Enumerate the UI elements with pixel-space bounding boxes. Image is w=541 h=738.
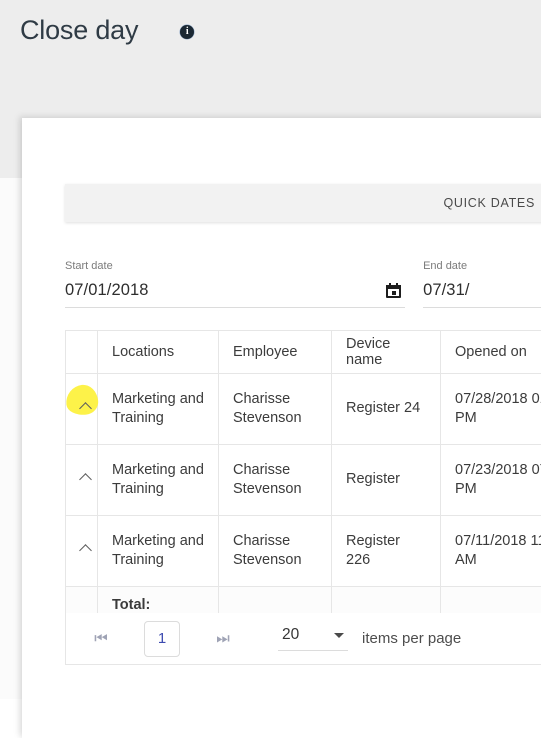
calendar-icon[interactable] — [386, 283, 401, 298]
last-page-icon[interactable]: ⏭ — [210, 626, 236, 652]
column-header-employee[interactable]: Employee — [219, 331, 332, 374]
start-date-input-line[interactable]: 07/01/2018 — [65, 281, 405, 308]
chevron-down-icon — [334, 633, 344, 638]
items-per-page-select[interactable]: 20 — [278, 626, 348, 651]
table-row[interactable]: Marketing and Training Charisse Stevenso… — [66, 516, 541, 587]
table-header: Locations Employee Device name Opened on — [66, 331, 541, 374]
cell-device-name: Register 24 — [332, 374, 441, 445]
cell-device-name: Register — [332, 445, 441, 516]
cell-locations: Marketing and Training — [98, 374, 219, 445]
page-header: Close day i — [0, 0, 541, 60]
cell-opened-on: 07/11/2018 11:37 AM — [441, 516, 541, 587]
chevron-up-icon[interactable] — [80, 543, 91, 554]
column-header-toggle — [66, 331, 98, 374]
info-icon-glyph: i — [186, 27, 189, 37]
cell-locations: Marketing and Training — [98, 445, 219, 516]
end-date-label: End date — [423, 261, 541, 272]
current-page-input[interactable]: 1 — [144, 621, 180, 657]
end-date-input-line[interactable]: 07/31/ — [423, 281, 541, 308]
cell-opened-on: 07/28/2018 01:22 PM — [441, 374, 541, 445]
first-page-icon[interactable]: ⏮ — [88, 626, 114, 652]
content-card: QUICK DATES Start date 07/01/2018 — [22, 118, 541, 738]
chevron-up-icon[interactable] — [80, 401, 91, 412]
page-title: Close day — [20, 17, 138, 44]
quick-dates-button[interactable]: QUICK DATES — [65, 184, 541, 222]
column-header-locations[interactable]: Locations — [98, 331, 219, 374]
column-header-device-name[interactable]: Device name — [332, 331, 441, 374]
table-row[interactable]: Marketing and Training Charisse Stevenso… — [66, 445, 541, 516]
date-filter-row: Start date 07/01/2018 End date 07/31/ — [65, 261, 541, 308]
paginator: ⏮ 1 ⏭ 20 items per page — [65, 613, 541, 665]
cell-employee: Charisse Stevenson — [219, 445, 332, 516]
cell-opened-on: 07/23/2018 07:26 PM — [441, 445, 541, 516]
start-date-field[interactable]: Start date 07/01/2018 — [65, 261, 405, 308]
cell-employee: Charisse Stevenson — [219, 516, 332, 587]
calendar-icon-dot — [392, 291, 396, 295]
row-expand-toggle[interactable] — [66, 445, 98, 516]
column-header-opened-on[interactable]: Opened on — [441, 331, 541, 374]
table-row[interactable]: Marketing and Training Charisse Stevenso… — [66, 374, 541, 445]
row-expand-toggle[interactable] — [66, 374, 98, 445]
cell-locations: Marketing and Training — [98, 516, 219, 587]
cell-device-name: Register 226 — [332, 516, 441, 587]
app-root: Close day i QUICK DATES Start date 07/01… — [0, 0, 541, 699]
start-date-label: Start date — [65, 261, 405, 272]
items-per-page-label: items per page — [362, 630, 461, 647]
quick-dates-label: QUICK DATES — [443, 196, 535, 210]
cell-employee: Charisse Stevenson — [219, 374, 332, 445]
end-date-value[interactable]: 07/31/ — [423, 281, 469, 300]
close-day-table: Locations Employee Device name Opened on… — [65, 330, 541, 625]
chevron-up-icon[interactable] — [80, 472, 91, 483]
table-header-row: Locations Employee Device name Opened on — [66, 331, 541, 374]
start-date-value[interactable]: 07/01/2018 — [65, 281, 149, 300]
items-per-page-value: 20 — [282, 626, 299, 644]
table-body: Marketing and Training Charisse Stevenso… — [66, 374, 541, 625]
calendar-icon-topbar — [386, 285, 401, 289]
row-expand-toggle[interactable] — [66, 516, 98, 587]
info-icon[interactable]: i — [180, 25, 194, 39]
end-date-field[interactable]: End date 07/31/ — [423, 261, 541, 308]
